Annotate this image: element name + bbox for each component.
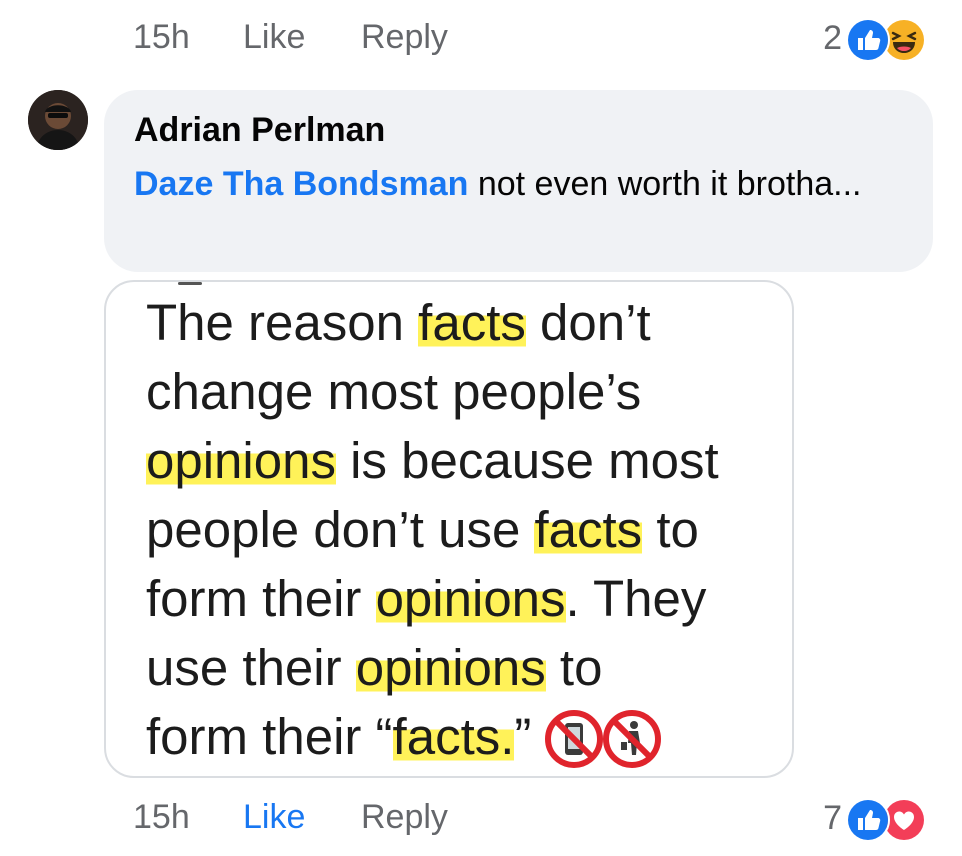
quote-line: form their “facts.” xyxy=(146,702,786,775)
highlighted-word: opinions xyxy=(146,432,336,489)
quote-segment: don’t xyxy=(525,294,651,351)
quote-segment: use their xyxy=(146,639,356,696)
quote-line: change most people’s xyxy=(146,357,786,426)
like-icon xyxy=(846,798,890,842)
comment-actions: 15h Like Reply 7 xyxy=(0,786,962,846)
no-mobile-phones-icon xyxy=(545,709,604,768)
quote-segment: . They xyxy=(565,570,707,627)
comment-image[interactable]: The reason facts don’t change most people… xyxy=(104,280,794,778)
comment-timestamp: 15h xyxy=(133,798,190,836)
quote-text: The reason facts don’t change most people… xyxy=(146,288,786,775)
quote-segment: to xyxy=(545,639,603,696)
comment-body: not even worth it brotha... xyxy=(468,165,862,203)
mention-link[interactable]: Daze Tha Bondsman xyxy=(134,165,468,203)
reaction-summary[interactable]: 2 xyxy=(823,16,932,62)
emoji-group xyxy=(545,700,662,769)
quote-segment: change most people’s xyxy=(146,363,642,420)
highlighted-word: facts. xyxy=(392,708,515,765)
quote-line: form their opinions. They xyxy=(146,564,786,633)
quote-segment: form their “ xyxy=(146,708,393,765)
no-littering-icon xyxy=(603,709,662,768)
comment-timestamp: 15h xyxy=(133,18,190,56)
like-button[interactable]: Like xyxy=(243,798,305,837)
highlighted-word: facts xyxy=(534,501,643,558)
comment-bubble: Adrian Perlman Daze Tha Bondsman not eve… xyxy=(104,90,933,272)
reply-button[interactable]: Reply xyxy=(361,18,448,57)
quote-segment: is because most xyxy=(335,432,719,489)
avatar[interactable] xyxy=(28,90,88,150)
comment-text: Daze Tha Bondsman not even worth it brot… xyxy=(134,162,894,206)
quote-segment: to xyxy=(642,501,699,558)
highlighted-word: facts xyxy=(418,294,526,351)
like-button[interactable]: Like xyxy=(243,18,305,57)
like-icon xyxy=(846,18,890,62)
quote-segment: form their xyxy=(146,570,376,627)
quote-segment: ” xyxy=(514,708,532,765)
reaction-count: 7 xyxy=(823,798,842,837)
quote-line: use their opinions to xyxy=(146,633,786,702)
quote-segment: people don’t use xyxy=(146,501,535,558)
reply-button[interactable]: Reply xyxy=(361,798,448,837)
highlighted-word: opinions xyxy=(375,570,566,627)
image-crop-edge xyxy=(178,282,202,285)
reaction-summary[interactable]: 7 xyxy=(823,796,932,842)
top-comment-actions: 15h Like Reply 2 xyxy=(0,6,962,66)
quote-segment: The reason xyxy=(146,294,419,351)
quote-line: people don’t use facts to xyxy=(146,495,786,564)
highlighted-word: opinions xyxy=(355,639,546,696)
reaction-count: 2 xyxy=(823,18,842,57)
quote-line: opinions is because most xyxy=(146,426,786,495)
quote-line: The reason facts don’t xyxy=(146,288,786,357)
comment-author[interactable]: Adrian Perlman xyxy=(134,108,903,152)
